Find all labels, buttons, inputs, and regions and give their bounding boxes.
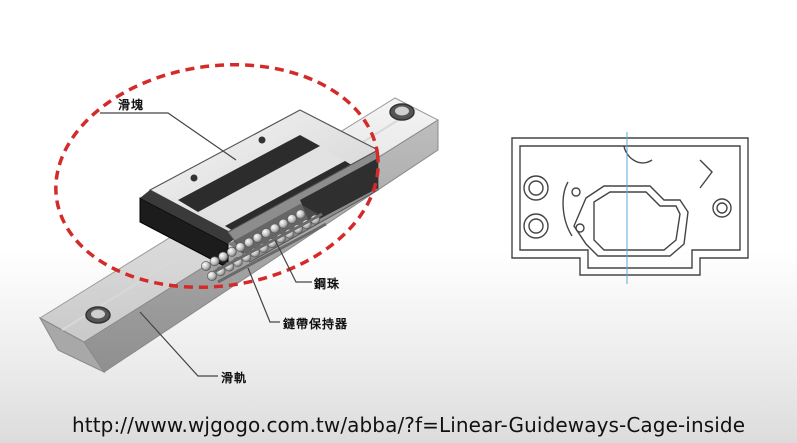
slider-bolt-hole xyxy=(258,136,266,144)
section-bolt-hole xyxy=(712,198,732,218)
steel-ball xyxy=(295,209,306,220)
steel-ball xyxy=(261,228,272,238)
steel-ball xyxy=(235,242,246,253)
steel-ball xyxy=(244,237,254,248)
label-rail: 滑軌 xyxy=(221,371,248,385)
slider-bolt-hole xyxy=(190,174,198,182)
source-url: http://www.wjgogo.com.tw/abba/?f=Linear-… xyxy=(72,413,746,437)
steel-ball xyxy=(287,214,297,224)
steel-ball xyxy=(201,261,211,271)
section-bolt-hole xyxy=(523,175,549,201)
label-chain-retainer: 鏈帶保持器 xyxy=(283,317,349,331)
leader-slider xyxy=(100,112,237,161)
steel-ball xyxy=(278,218,289,229)
steel-ball xyxy=(269,223,280,234)
steel-ball xyxy=(218,251,229,262)
label-slider: 滑塊 xyxy=(118,98,145,112)
section-rail-profile xyxy=(573,185,689,257)
steel-ball xyxy=(226,246,237,257)
section-bolt-hole xyxy=(523,213,549,239)
cross-section-drawing xyxy=(511,137,749,276)
steel-ball xyxy=(252,232,263,243)
label-steel-ball: 鋼珠 xyxy=(314,277,341,291)
diagram-canvas xyxy=(38,63,749,377)
steel-ball xyxy=(209,256,220,267)
